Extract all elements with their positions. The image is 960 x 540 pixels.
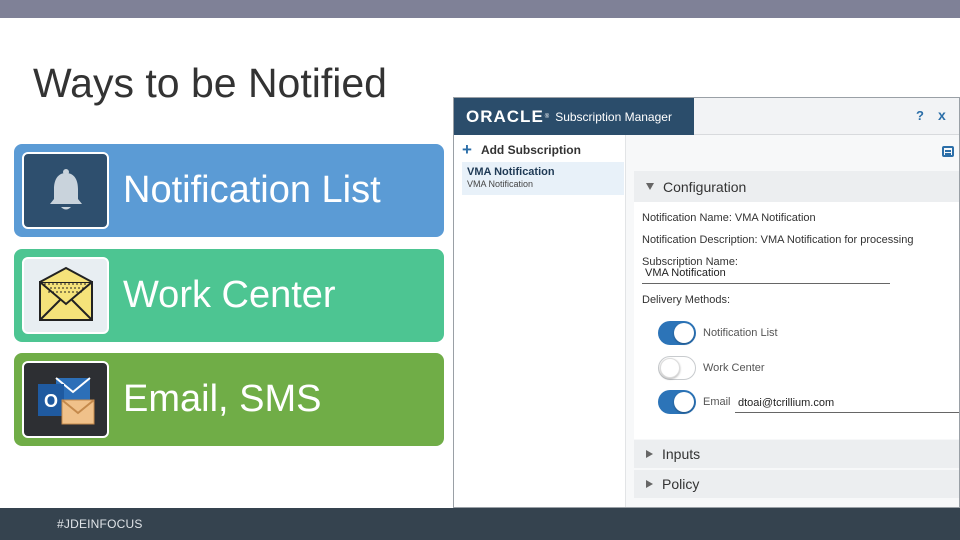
section-title: Inputs (662, 446, 701, 462)
email-address-input[interactable]: dtoai@tcrillium.com (735, 397, 959, 413)
plus-icon: + (462, 140, 472, 159)
notification-name: Notification Name: VMA Notification (642, 212, 816, 224)
card-label: Work Center (123, 274, 336, 316)
section-title: Policy (662, 476, 700, 492)
card-email-sms: O Email, SMS (14, 353, 444, 446)
email-toggle[interactable] (658, 390, 696, 414)
configuration-section: Configuration Notification Name: VMA Not… (634, 171, 959, 439)
slide-title: Ways to be Notified (33, 60, 387, 106)
help-icon[interactable]: ? (916, 108, 924, 123)
configuration-header[interactable]: Configuration (634, 171, 959, 202)
add-subscription-label: Add Subscription (480, 143, 581, 157)
card-label: Email, SMS (123, 378, 322, 420)
outlook-icon: O (22, 361, 109, 438)
top-accent-bar (0, 0, 960, 18)
notification-list-toggle[interactable] (658, 321, 696, 345)
add-subscription-button[interactable]: + Add Subscription (462, 140, 581, 159)
toggle-knob (660, 358, 680, 378)
list-item-subtitle: VMA Notification (467, 179, 534, 189)
toggle-label: Work Center (703, 362, 765, 374)
save-icon[interactable] (942, 146, 954, 157)
inputs-section-header[interactable]: Inputs (634, 440, 959, 468)
app-product-name: Subscription Manager (555, 109, 672, 124)
expand-triangle-icon (646, 450, 653, 458)
close-icon[interactable]: x (938, 107, 946, 123)
subscription-manager-window: ORACLE ® Subscription Manager ? x + Add S… (453, 97, 960, 508)
oracle-logo: ORACLE ® Subscription Manager (454, 98, 694, 135)
list-item-title: VMA Notification (467, 166, 555, 178)
subscription-detail-pane: Configuration Notification Name: VMA Not… (626, 135, 959, 507)
list-item[interactable]: VMA Notification VMA Notification (462, 162, 624, 195)
subscription-list-pane: + Add Subscription VMA Notification VMA … (454, 135, 626, 507)
notification-description: Notification Description: VMA Notificati… (642, 234, 914, 246)
toggle-knob (674, 323, 694, 343)
toggle-label: Email (703, 396, 731, 408)
card-notification-list: Notification List (14, 144, 444, 237)
policy-section-header[interactable]: Policy (634, 470, 959, 498)
work-center-toggle[interactable] (658, 356, 696, 380)
delivery-methods-label: Delivery Methods: (642, 294, 731, 306)
oracle-wordmark: ORACLE (466, 106, 544, 126)
expand-triangle-icon (646, 480, 653, 488)
svg-text:O: O (43, 391, 57, 411)
configuration-title: Configuration (663, 178, 747, 195)
card-work-center: Work Center (14, 249, 444, 342)
toggle-knob (674, 392, 694, 412)
bell-icon (22, 152, 109, 229)
slide: Ways to be Notified Notification List Wo… (0, 0, 960, 540)
envelope-icon (22, 257, 109, 334)
app-header: ORACLE ® Subscription Manager ? x (454, 98, 959, 135)
collapse-triangle-icon (646, 183, 654, 190)
card-label: Notification List (123, 169, 381, 211)
subscription-name-input[interactable]: VMA Notification (642, 267, 890, 284)
footer-bar: #JDEINFOCUS (0, 508, 960, 540)
toggle-label: Notification List (703, 327, 778, 339)
footer-hashtag: #JDEINFOCUS (57, 517, 143, 531)
registered-mark: ® (544, 113, 550, 120)
